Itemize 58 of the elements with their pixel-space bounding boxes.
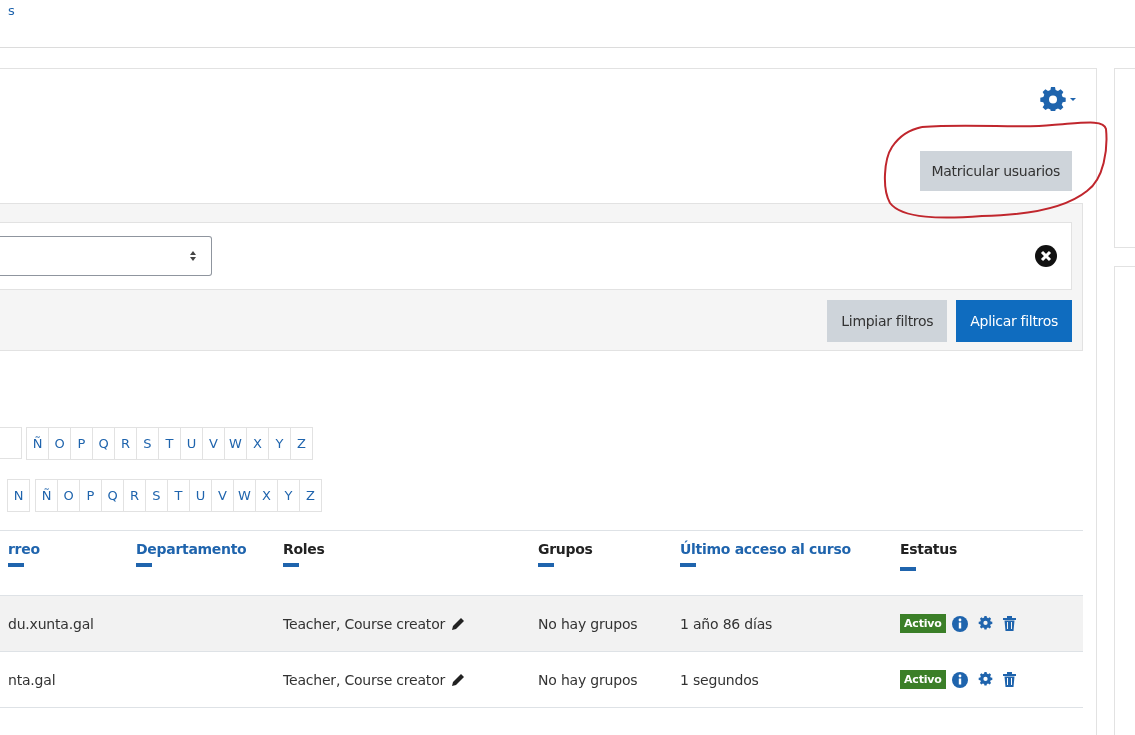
- table-cell: du.xunta.gal: [8, 615, 94, 632]
- initial-letter-link[interactable]: Y: [277, 479, 300, 512]
- initial-letter-link[interactable]: U: [180, 427, 203, 460]
- gear-icon[interactable]: [977, 672, 993, 687]
- pencil-icon[interactable]: [451, 616, 466, 631]
- remove-filter-icon[interactable]: [1035, 245, 1057, 267]
- column-header: Estatus: [900, 541, 958, 557]
- info-icon[interactable]: [951, 615, 968, 632]
- apply-filters-button[interactable]: Aplicar filtros: [956, 300, 1072, 342]
- initial-letter-link[interactable]: Ñ: [26, 427, 49, 460]
- table-cell: Teacher, Course creator: [283, 671, 446, 688]
- initial-letter-link[interactable]: R: [123, 479, 146, 512]
- initial-letter-link[interactable]: P: [79, 479, 102, 512]
- initial-letter-link[interactable]: X: [255, 479, 278, 512]
- initial-letter-link[interactable]: U: [189, 479, 212, 512]
- table-cell: 1 año 86 días: [680, 615, 773, 632]
- initial-letter-link[interactable]: Z: [299, 479, 322, 512]
- initial-letter-link[interactable]: R: [114, 427, 137, 460]
- initial-letter-link[interactable]: Z: [290, 427, 313, 460]
- initial-letter-link[interactable]: O: [48, 427, 71, 460]
- column-header[interactable]: Último acceso al curso: [680, 541, 900, 557]
- table-cell: No hay grupos: [538, 615, 638, 632]
- initial-letter-link[interactable]: W: [233, 479, 256, 512]
- initial-letter-link[interactable]: O: [57, 479, 80, 512]
- status-badge: Activo: [900, 670, 946, 689]
- trash-icon[interactable]: [1002, 616, 1016, 631]
- column-header[interactable]: rreo: [8, 541, 136, 557]
- initial-letter-link[interactable]: Q: [92, 427, 115, 460]
- column-header[interactable]: Departamento: [136, 541, 283, 557]
- pencil-icon[interactable]: [451, 672, 466, 687]
- table-cell: 1 segundos: [680, 671, 759, 688]
- initial-letter-link[interactable]: Y: [268, 427, 291, 460]
- enrol-users-button[interactable]: Matricular usuarios: [919, 151, 1072, 191]
- gear-icon[interactable]: [977, 616, 993, 631]
- column-header: Grupos: [538, 541, 594, 557]
- table-cell: No hay grupos: [538, 671, 638, 688]
- initial-letter-link[interactable]: T: [167, 479, 190, 512]
- table-cell: nta.gal: [8, 671, 56, 688]
- column-header: Roles: [283, 541, 326, 557]
- initial-letter-link[interactable]: W: [224, 427, 247, 460]
- clear-filters-button[interactable]: Limpiar filtros: [827, 300, 948, 342]
- initial-letter-link[interactable]: X: [246, 427, 269, 460]
- table-cell: Teacher, Course creator: [283, 615, 446, 632]
- initial-letter-link[interactable]: T: [158, 427, 181, 460]
- sort-caret-icon: [189, 250, 197, 262]
- initial-letter-link[interactable]: V: [211, 479, 234, 512]
- initial-letter-link[interactable]: Ñ: [35, 479, 58, 512]
- breadcrumb-link[interactable]: s: [8, 3, 15, 18]
- initial-letter-link[interactable]: Q: [101, 479, 124, 512]
- initial-letter-link[interactable]: N: [7, 479, 30, 512]
- info-icon[interactable]: [951, 671, 968, 688]
- filter-select[interactable]: [0, 236, 212, 276]
- status-badge: Activo: [900, 614, 946, 633]
- initial-letter-link[interactable]: V: [202, 427, 225, 460]
- initial-letter-link[interactable]: S: [145, 479, 168, 512]
- initial-letter-link[interactable]: S: [136, 427, 159, 460]
- trash-icon[interactable]: [1002, 672, 1016, 687]
- initial-letter-link[interactable]: P: [70, 427, 93, 460]
